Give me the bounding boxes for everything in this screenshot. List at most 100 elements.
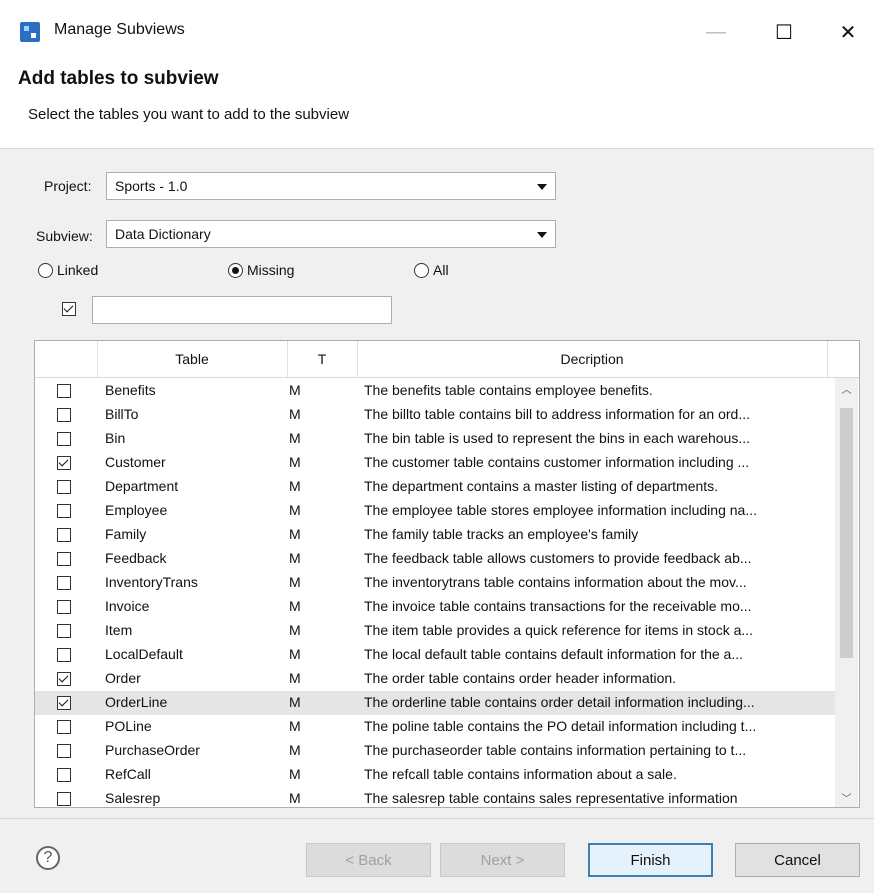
radio-linked-label: Linked — [57, 262, 99, 278]
row-checkbox[interactable] — [57, 552, 71, 566]
scroll-up-icon[interactable]: ︿ — [835, 378, 858, 398]
row-checkbox[interactable] — [57, 408, 71, 422]
scroll-down-icon[interactable]: ﹀ — [835, 787, 858, 807]
table-description-cell: The item table provides a quick referenc… — [364, 622, 754, 638]
table-name-cell: RefCall — [105, 766, 151, 782]
next-button[interactable]: Next > — [440, 843, 565, 877]
row-checkbox[interactable] — [57, 624, 71, 638]
table-row[interactable]: Family M The family table tracks an employ… — [35, 523, 835, 547]
table-row[interactable]: POLine M The poline table contains the PO … — [35, 715, 835, 739]
row-checkbox[interactable] — [57, 600, 71, 614]
table-type-cell: M — [289, 454, 301, 470]
table-name-cell: BillTo — [105, 406, 139, 422]
table-row[interactable]: Customer M The customer table contains cus… — [35, 451, 835, 475]
help-icon[interactable]: ? — [36, 846, 60, 870]
table-row[interactable]: OrderLine M The orderline table contains o… — [35, 691, 835, 715]
table-type-cell: M — [289, 646, 301, 662]
row-checkbox[interactable] — [57, 720, 71, 734]
row-checkbox[interactable] — [57, 768, 71, 782]
table-row[interactable]: RefCall M The refcall table contains infor… — [35, 763, 835, 787]
table-row[interactable]: Bin M The bin table is used to represent t… — [35, 427, 835, 451]
radio-all[interactable]: All — [414, 262, 449, 278]
row-checkbox[interactable] — [57, 384, 71, 398]
row-checkbox[interactable] — [57, 480, 71, 494]
app-icon — [20, 22, 40, 42]
minimize-button[interactable]: — — [696, 14, 736, 50]
table-description-cell: The feedback table allows customers to p… — [364, 550, 752, 566]
table-row[interactable]: PurchaseOrder M The purchaseorder table co… — [35, 739, 835, 763]
table-name-cell: Invoice — [105, 598, 150, 614]
table-name-cell: PurchaseOrder — [105, 742, 200, 758]
table-description-cell: The billto table contains bill to addres… — [364, 406, 750, 422]
table-row[interactable]: Benefits M The benefits table contains emp… — [35, 379, 835, 403]
subview-select[interactable]: Data Dictionary — [106, 220, 556, 248]
radio-linked-indicator[interactable] — [38, 262, 53, 278]
table-type-cell: M — [289, 718, 301, 734]
table-name-cell: InventoryTrans — [105, 574, 198, 590]
row-checkbox[interactable] — [57, 504, 71, 518]
row-checkbox[interactable] — [57, 456, 71, 470]
table-name-cell: Employee — [105, 502, 168, 518]
vertical-scrollbar[interactable]: ︿ ﹀ — [835, 378, 858, 807]
table-description-cell: The bin table is used to represent the b… — [364, 430, 751, 446]
row-checkbox[interactable] — [57, 672, 71, 686]
filter-input[interactable] — [92, 296, 392, 324]
table-name-cell: Customer — [105, 454, 166, 470]
radio-linked[interactable]: Linked — [38, 262, 98, 278]
column-divider — [827, 341, 828, 377]
table-row[interactable]: Feedback M The feedback table allows custo… — [35, 547, 835, 571]
chevron-down-icon — [537, 232, 547, 238]
table-row[interactable]: Employee M The employee table stores emplo… — [35, 499, 835, 523]
table-type-cell: M — [289, 598, 301, 614]
filter-checkbox[interactable] — [62, 302, 76, 316]
table-row[interactable]: Item M The item table provides a quick ref… — [35, 619, 835, 643]
table-description-cell: The benefits table contains employee ben… — [364, 382, 653, 398]
maximize-button[interactable]: ☐ — [764, 14, 804, 50]
back-button[interactable]: < Back — [306, 843, 431, 877]
row-checkbox[interactable] — [57, 432, 71, 446]
subview-select-value: Data Dictionary — [115, 226, 211, 242]
table-description-cell: The family table tracks an employee's fa… — [364, 526, 639, 542]
close-button[interactable]: ✕ — [828, 14, 868, 50]
table-row[interactable]: Invoice M The invoice table contains trans… — [35, 595, 835, 619]
page-title: Add tables to subview — [18, 68, 219, 89]
radio-all-indicator[interactable] — [414, 262, 429, 278]
title-bar: Manage Subviews — ☐ ✕ — [0, 0, 874, 60]
table-name-cell: Bin — [105, 430, 126, 446]
scrollbar-thumb[interactable] — [840, 408, 853, 658]
table-name-cell: Salesrep — [105, 790, 161, 806]
radio-all-label: All — [433, 262, 449, 278]
row-checkbox[interactable] — [57, 648, 71, 662]
finish-button[interactable]: Finish — [588, 843, 713, 877]
cancel-button[interactable]: Cancel — [735, 843, 860, 877]
row-checkbox[interactable] — [57, 744, 71, 758]
window-title: Manage Subviews — [54, 21, 185, 38]
table-row[interactable]: Department M The department contains a mas… — [35, 475, 835, 499]
table-row[interactable]: Salesrep M The salesrep table contains sal… — [35, 787, 835, 807]
radio-missing-indicator[interactable] — [228, 262, 243, 278]
table-type-cell: M — [289, 790, 301, 806]
table-type-cell: M — [289, 550, 301, 566]
radio-missing[interactable]: Missing — [228, 262, 294, 278]
table-type-cell: M — [289, 622, 301, 638]
table-name-cell: POLine — [105, 718, 152, 734]
table-row[interactable]: InventoryTrans M The inventorytrans table … — [35, 571, 835, 595]
table-row[interactable]: LocalDefault M The local default table con… — [35, 643, 835, 667]
table-type-cell: M — [289, 694, 301, 710]
tables-list: Table T Decription Benefits M The benefits… — [34, 340, 860, 808]
table-row[interactable]: Order M The order table contains order hea… — [35, 667, 835, 691]
column-header-table[interactable]: Table — [97, 341, 287, 377]
row-checkbox[interactable] — [57, 696, 71, 710]
row-checkbox[interactable] — [57, 576, 71, 590]
table-description-cell: The inventorytrans table contains inform… — [364, 574, 747, 590]
table-description-cell: The poline table contains the PO detail … — [364, 718, 757, 734]
project-select[interactable]: Sports - 1.0 — [106, 172, 556, 200]
row-checkbox[interactable] — [57, 792, 71, 806]
table-description-cell: The invoice table contains transactions … — [364, 598, 752, 614]
table-description-cell: The employee table stores employee infor… — [364, 502, 757, 518]
column-header-description[interactable]: Decription — [357, 341, 827, 377]
row-checkbox[interactable] — [57, 528, 71, 542]
table-type-cell: M — [289, 742, 301, 758]
table-row[interactable]: BillTo M The billto table contains bill to… — [35, 403, 835, 427]
column-header-t[interactable]: T — [287, 341, 357, 377]
